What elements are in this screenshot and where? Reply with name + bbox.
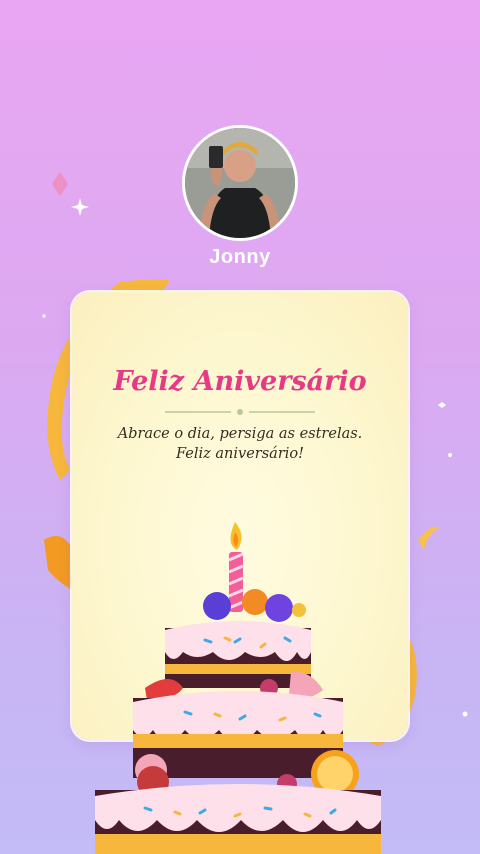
card-message: Abrace o dia, persiga as estrelas. Feliz… — [117, 426, 363, 462]
person-photo-icon — [185, 128, 295, 238]
birthday-cake-illustration — [95, 522, 381, 854]
card-title: Feliz Aniversário — [113, 366, 367, 397]
avatar[interactable] — [182, 125, 298, 241]
divider-ornament — [165, 409, 315, 415]
username: Jonny — [209, 246, 271, 268]
